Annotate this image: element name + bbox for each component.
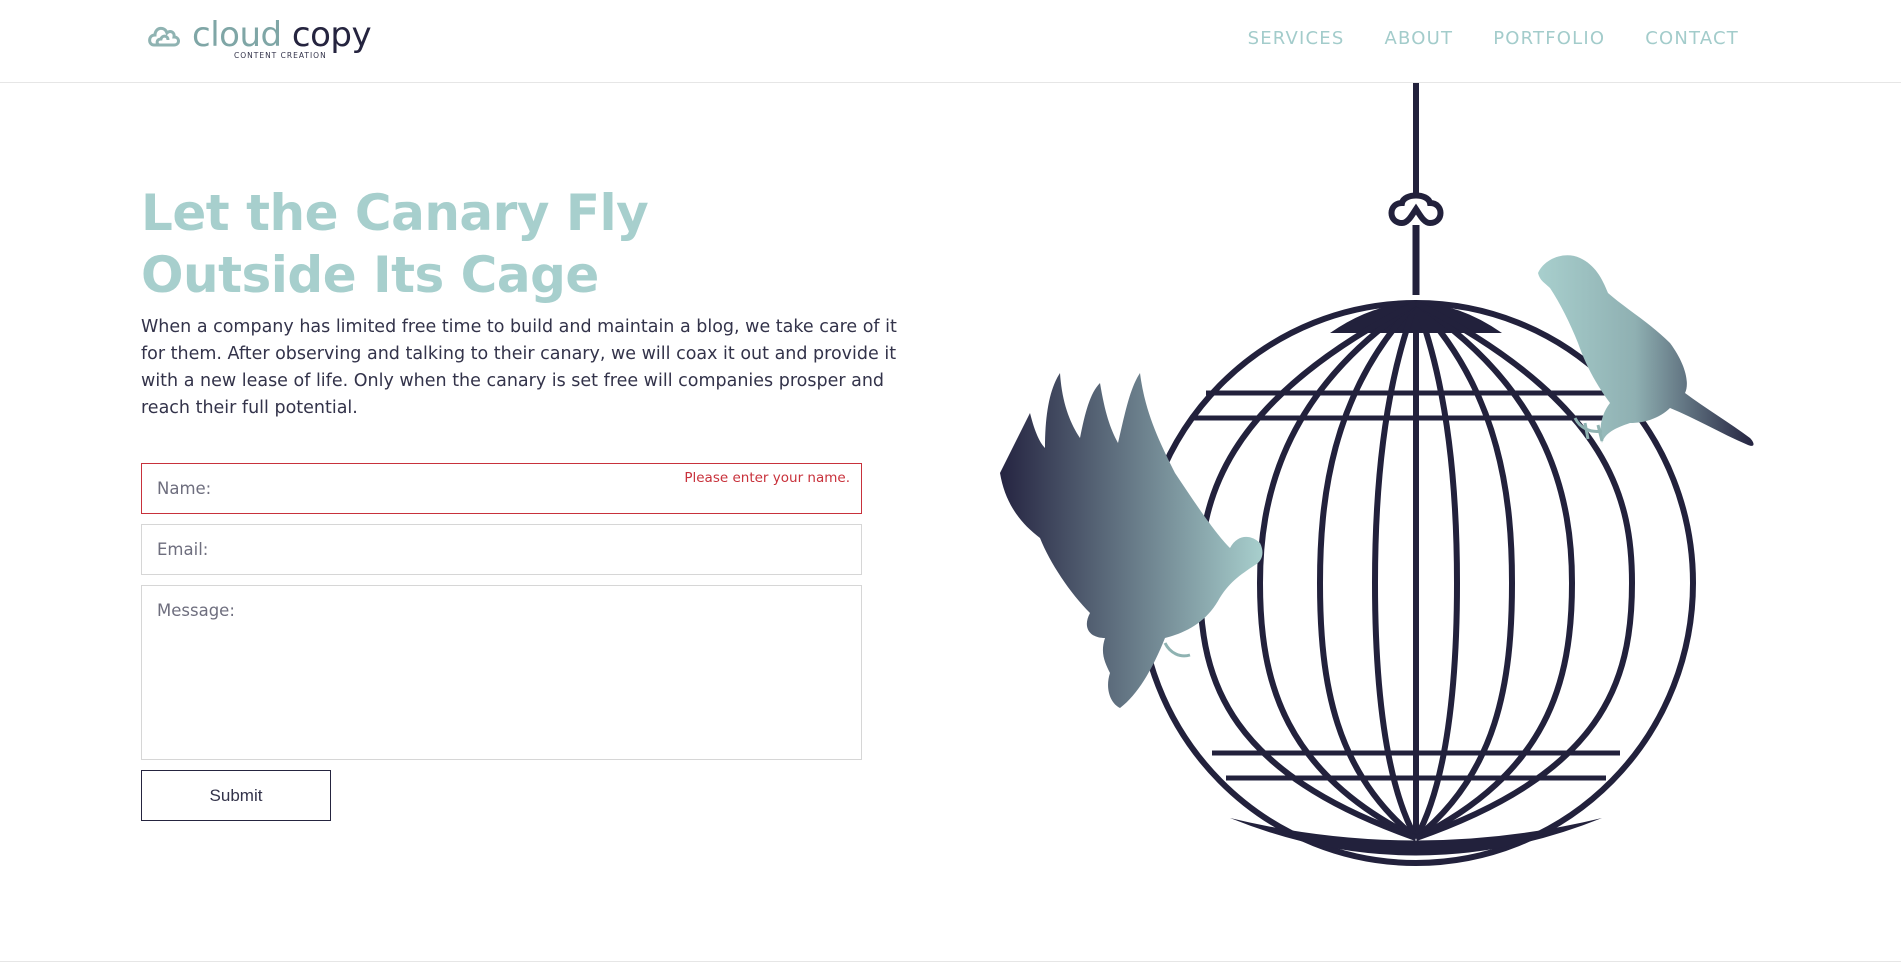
nav-services[interactable]: SERVICES [1248,28,1345,49]
message-field[interactable]: Message: [141,585,862,760]
message-placeholder: Message: [157,601,235,620]
name-placeholder: Name: [157,479,212,498]
brand-logo[interactable]: cloud copy CONTENT CREATION [146,15,372,62]
birdcage-icon [1136,83,1696,866]
cloud-logo-icon [148,26,180,47]
brand-wordmark: cloud copy CONTENT CREATION [192,15,372,60]
nav-portfolio[interactable]: PORTFOLIO [1493,28,1605,49]
headline-line-2: Outside Its Cage [141,246,599,304]
email-field[interactable]: Email: [141,524,862,575]
birdcage-illustration [1000,83,1754,866]
site-header: cloud copy CONTENT CREATION SERVICES ABO… [0,0,1901,83]
name-field[interactable]: Name: Please enter your name. [141,463,862,514]
submit-button[interactable]: Submit [141,770,331,821]
brand-tagline: CONTENT CREATION [234,51,327,60]
nav-contact[interactable]: CONTACT [1645,28,1739,49]
name-error-message: Please enter your name. [684,470,850,486]
nav-about[interactable]: ABOUT [1385,28,1454,49]
email-placeholder: Email: [157,540,209,559]
footer-divider [0,961,1901,962]
brand-name-part2: copy [291,15,372,55]
headline-line-1: Let the Canary Fly [141,184,649,242]
main-nav: SERVICES ABOUT PORTFOLIO CONTACT [1248,28,1739,49]
hero-headline: Let the Canary Fly Outside Its Cage [141,182,781,306]
brand-name-part1: cloud [192,15,282,55]
flying-bird-icon [1000,373,1263,708]
hero-body: When a company has limited free time to … [141,317,897,418]
